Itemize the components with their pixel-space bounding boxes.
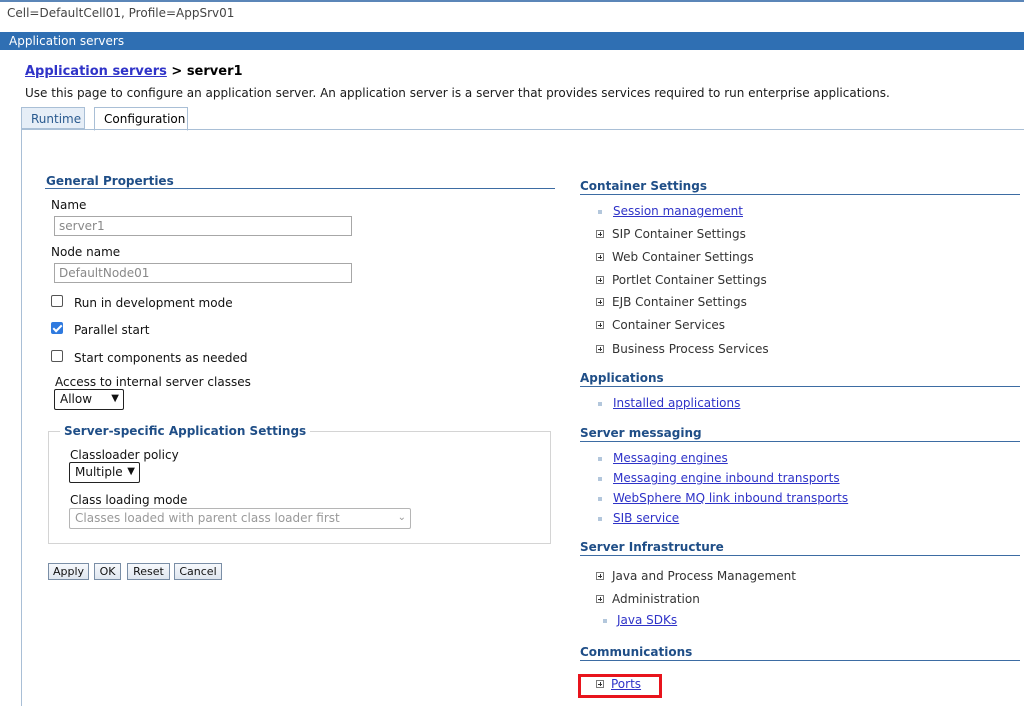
general-properties-rule [45,188,555,189]
messaging-engines-link[interactable]: Messaging engines [613,451,728,465]
chevron-down-icon: ▼ [127,466,135,477]
container-services[interactable]: Container Services [612,318,725,332]
parallel-start-label: Parallel start [74,323,150,337]
top-border [0,0,1024,2]
node-name-label: Node name [51,245,121,259]
applications-heading: Applications [580,371,664,385]
access-selected-value: Allow [60,392,93,406]
name-label: Name [51,198,87,212]
server-infrastructure-heading: Server Infrastructure [580,540,724,554]
sip-container-settings[interactable]: SIP Container Settings [612,227,746,241]
expand-icon[interactable] [596,345,604,353]
bullet-icon [598,517,602,521]
bullet-icon [598,497,602,501]
business-process-services[interactable]: Business Process Services [612,342,769,356]
tab-configuration[interactable]: Configuration [94,107,188,131]
server-specific-settings-heading: Server-specific Application Settings [60,424,311,438]
container-settings-heading: Container Settings [580,179,707,193]
container-settings-rule [580,194,1020,195]
page-description: Use this page to configure an applicatio… [25,86,890,100]
messaging-inbound-transports-link[interactable]: Messaging engine inbound transports [613,471,840,485]
session-management-link[interactable]: Session management [613,204,743,218]
expand-icon[interactable] [596,253,604,261]
class-loading-mode-label: Class loading mode [70,493,188,507]
ok-button[interactable]: OK [94,563,121,580]
communications-rule [580,660,1020,661]
portlet-container-settings[interactable]: Portlet Container Settings [612,273,767,287]
access-internal-classes-label: Access to internal server classes [55,375,251,389]
class-loading-mode-select[interactable]: Classes loaded with parent class loader … [69,508,411,529]
communications-heading: Communications [580,645,693,659]
installed-applications-link[interactable]: Installed applications [613,396,740,410]
web-container-settings[interactable]: Web Container Settings [612,250,754,264]
breadcrumb-separator: > [166,64,187,79]
bullet-icon [598,402,602,406]
ports-highlight-box [578,674,662,698]
cancel-button[interactable]: Cancel [174,563,222,580]
server-infrastructure-rule [580,555,1020,556]
applications-rule [580,386,1020,387]
classloader-selected-value: Multiple [75,465,123,479]
bullet-icon [598,477,602,481]
start-components-label: Start components as needed [74,351,248,365]
chevron-down-icon: ⌄ [397,512,406,523]
node-name-field[interactable]: DefaultNode01 [54,263,352,283]
reset-button[interactable]: Reset [127,563,170,580]
expand-icon[interactable] [596,572,604,580]
classloader-policy-label: Classloader policy [70,448,179,462]
server-messaging-rule [580,441,1020,442]
breadcrumb-current: server1 [186,64,243,79]
server-messaging-heading: Server messaging [580,426,702,440]
access-internal-classes-select[interactable]: Allow ▼ [54,389,124,410]
classloader-policy-select[interactable]: Multiple ▼ [69,462,140,483]
mq-link-inbound-transports-link[interactable]: WebSphere MQ link inbound transports [613,491,848,505]
java-process-management[interactable]: Java and Process Management [612,569,796,583]
bullet-icon [598,210,602,214]
parallel-start-checkbox[interactable] [51,322,63,334]
administration[interactable]: Administration [612,592,700,606]
context-label: Cell=DefaultCell01, Profile=AppSrv01 [7,6,235,20]
apply-button[interactable]: Apply [48,563,89,580]
expand-icon[interactable] [596,230,604,238]
chevron-down-icon: ▼ [111,393,119,404]
java-sdks-link[interactable]: Java SDKs [617,613,677,627]
bullet-icon [598,457,602,461]
sib-service-link[interactable]: SIB service [613,511,679,525]
general-properties-heading: General Properties [46,174,174,188]
class-loading-selected-value: Classes loaded with parent class loader … [75,511,340,525]
start-components-checkbox[interactable] [51,350,63,362]
name-field[interactable]: server1 [54,216,352,236]
development-mode-label: Run in development mode [74,296,233,310]
development-mode-checkbox[interactable] [51,295,63,307]
ejb-container-settings[interactable]: EJB Container Settings [612,295,747,309]
expand-icon[interactable] [596,298,604,306]
breadcrumb-application-servers-link[interactable]: Application servers [25,64,167,79]
portlet-title-bar: Application servers [0,32,1024,50]
tab-runtime[interactable]: Runtime [21,107,85,129]
expand-icon[interactable] [596,321,604,329]
breadcrumb: Application servers > server1 [25,64,243,79]
bullet-icon [603,619,607,623]
expand-icon[interactable] [596,595,604,603]
expand-icon[interactable] [596,276,604,284]
